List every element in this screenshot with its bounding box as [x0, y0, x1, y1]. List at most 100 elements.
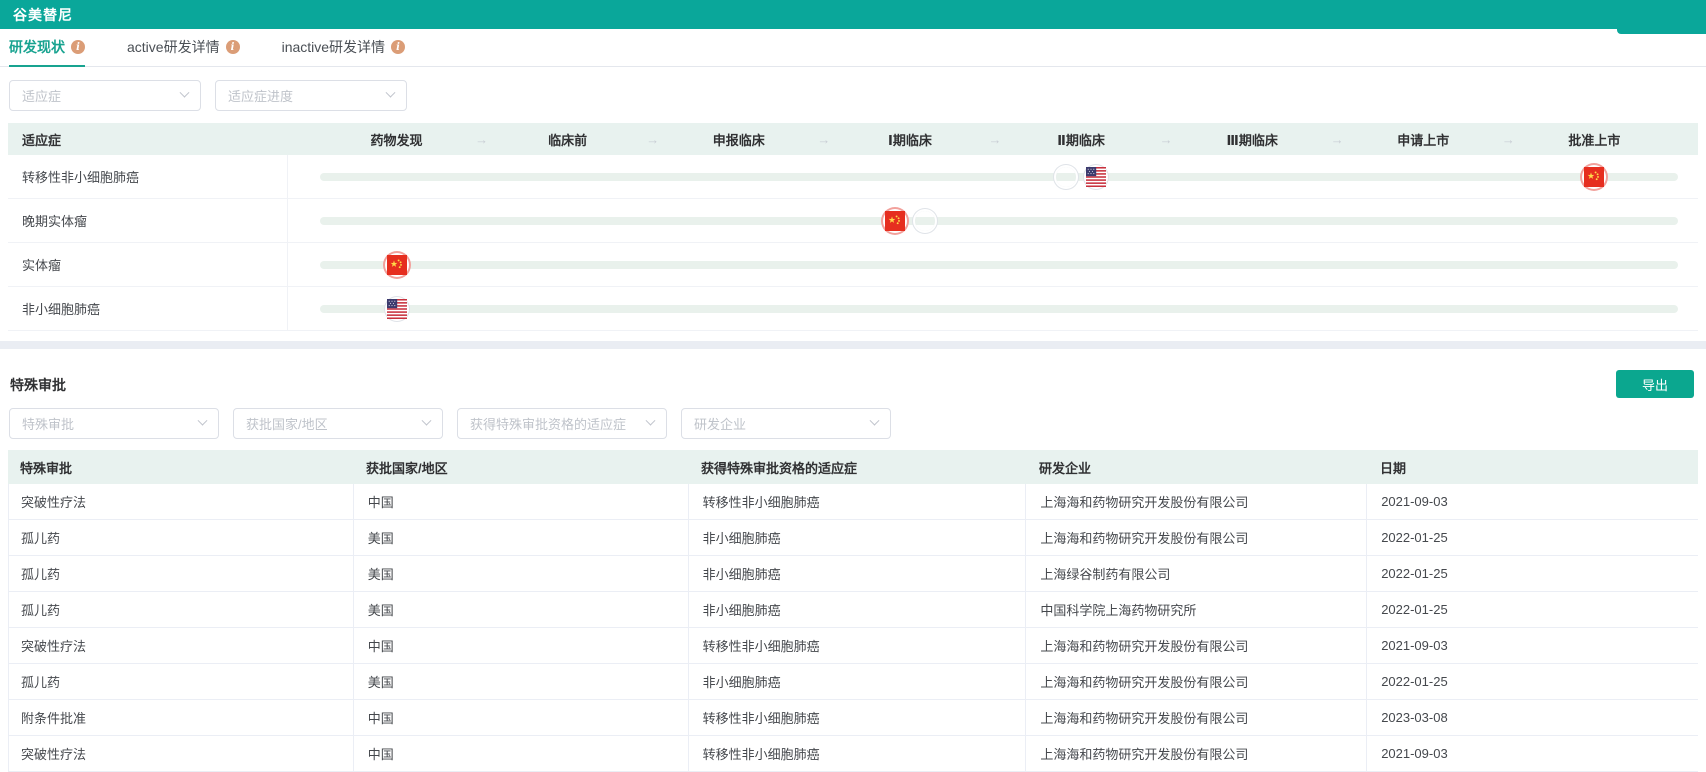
- tab-label: inactive研发详情: [282, 37, 385, 57]
- stage-marker-us[interactable]: [1086, 167, 1106, 187]
- stage-header-6: 申请上市→: [1338, 123, 1509, 155]
- table-cell: 2022-01-25: [1366, 556, 1698, 591]
- stage-marker-us[interactable]: [387, 299, 407, 319]
- indication-label: 转移性非小细胞肺癌: [8, 155, 288, 198]
- table-cell: 孤儿药: [9, 664, 353, 699]
- info-icon[interactable]: i: [391, 40, 405, 54]
- flag-us-icon: [1086, 167, 1106, 187]
- table-row: 突破性疗法中国转移性非小细胞肺癌上海海和药物研究开发股份有限公司2021-09-…: [8, 484, 1698, 520]
- table-row: 孤儿药美国非小细胞肺癌中国科学院上海药物研究所2022-01-25: [8, 592, 1698, 628]
- pipeline-table-header: 适应症 药物发现→临床前→申报临床→Ⅰ期临床→Ⅱ期临床→Ⅲ期临床→申请上市→批准…: [8, 123, 1698, 155]
- table-cell: 美国: [353, 592, 688, 627]
- chevron-down-icon: [198, 416, 208, 426]
- special-filter-select-3[interactable]: 研发企业: [681, 408, 891, 439]
- flag-us-icon: [387, 299, 407, 319]
- table-cell: 转移性非小细胞肺癌: [688, 700, 1026, 735]
- table-cell: 上海海和药物研究开发股份有限公司: [1025, 484, 1366, 519]
- table-cell: 非小细胞肺癌: [688, 592, 1026, 627]
- stage-marker-china[interactable]: [885, 211, 905, 231]
- table-cell: 中国科学院上海药物研究所: [1025, 592, 1366, 627]
- stage-header-label: Ⅱ期临床: [1057, 130, 1105, 149]
- stage-header-label: 批准上市: [1568, 130, 1620, 149]
- app-header: 谷美替尼: [0, 0, 1706, 29]
- table-cell: 上海海和药物研究开发股份有限公司: [1025, 628, 1366, 663]
- chevron-down-icon: [386, 88, 396, 98]
- table-cell: 2021-09-03: [1366, 484, 1698, 519]
- stage-header-label: Ⅲ期临床: [1227, 130, 1278, 149]
- table-cell: 非小细胞肺癌: [688, 556, 1026, 591]
- table-cell: 中国: [353, 628, 688, 663]
- stage-header-0: 药物发现→: [311, 123, 482, 155]
- special-table-body: 突破性疗法中国转移性非小细胞肺癌上海海和药物研究开发股份有限公司2021-09-…: [8, 484, 1698, 772]
- table-cell: 中国: [353, 736, 688, 771]
- table-cell: 2021-09-03: [1366, 628, 1698, 663]
- stage-header-4: Ⅱ期临床→: [996, 123, 1167, 155]
- special-filter-select-1[interactable]: 获批国家/地区: [233, 408, 443, 439]
- flag-china-icon: [1584, 167, 1604, 187]
- stage-header-label: 申报临床: [713, 130, 765, 149]
- stage-marker-china[interactable]: [387, 255, 407, 275]
- stage-header-7: 批准上市: [1509, 123, 1680, 155]
- chevron-down-icon: [422, 416, 432, 426]
- table-row: 突破性疗法中国转移性非小细胞肺癌上海海和药物研究开发股份有限公司2021-09-…: [8, 628, 1698, 664]
- pipeline-row: 转移性非小细胞肺癌: [8, 155, 1698, 199]
- special-approval-header: 特殊审批 导出: [0, 349, 1706, 398]
- table-cell: 孤儿药: [9, 520, 353, 555]
- select-placeholder: 研发企业: [694, 414, 746, 433]
- tab-label: 研发现状: [9, 37, 65, 57]
- stage-marker-japan[interactable]: [1056, 167, 1076, 187]
- stage-header-2: 申报临床→: [653, 123, 824, 155]
- stage-header-label: 临床前: [548, 130, 587, 149]
- column-header: 特殊审批: [8, 450, 352, 484]
- stage-marker-china[interactable]: [1584, 167, 1604, 187]
- tab-label: active研发详情: [127, 37, 220, 57]
- stage-header-3: Ⅰ期临床→: [824, 123, 995, 155]
- table-cell: 附条件批准: [9, 700, 353, 735]
- tab-inactive-rd-details[interactable]: inactive研发详情 i: [282, 29, 405, 67]
- table-cell: 上海绿谷制药有限公司: [1025, 556, 1366, 591]
- special-filter-select-0[interactable]: 特殊审批: [9, 408, 219, 439]
- tab-active-rd-details[interactable]: active研发详情 i: [127, 29, 240, 67]
- table-cell: 突破性疗法: [9, 484, 353, 519]
- table-cell: 突破性疗法: [9, 628, 353, 663]
- stage-header-label: 药物发现: [371, 130, 423, 149]
- indication-label: 非小细胞肺癌: [8, 287, 288, 330]
- table-row: 孤儿药美国非小细胞肺癌上海海和药物研究开发股份有限公司2022-01-25: [8, 520, 1698, 556]
- column-header: 获得特殊审批资格的适应症: [687, 450, 1025, 484]
- special-approval-section: 特殊审批 导出 特殊审批获批国家/地区获得特殊审批资格的适应症研发企业 特殊审批…: [0, 349, 1706, 772]
- stage-header-1: 临床前→: [482, 123, 653, 155]
- pipeline-row: 非小细胞肺癌: [8, 287, 1698, 331]
- info-icon[interactable]: i: [226, 40, 240, 54]
- pipeline-row: 实体瘤: [8, 243, 1698, 287]
- pipeline-filter-row: 适应症 适应症进度: [0, 67, 1706, 111]
- stage-header-label: 申请上市: [1397, 130, 1449, 149]
- table-cell: 上海海和药物研究开发股份有限公司: [1025, 700, 1366, 735]
- stage-marker-japan[interactable]: [915, 211, 935, 231]
- special-filter-select-2[interactable]: 获得特殊审批资格的适应症: [457, 408, 667, 439]
- table-cell: 孤儿药: [9, 592, 353, 627]
- table-cell: 非小细胞肺癌: [688, 664, 1026, 699]
- progress-track: [320, 305, 1678, 313]
- special-table-header-row: 特殊审批获批国家/地区获得特殊审批资格的适应症研发企业日期: [8, 450, 1698, 484]
- table-cell: 上海海和药物研究开发股份有限公司: [1025, 664, 1366, 699]
- stage-header-area: 药物发现→临床前→申报临床→Ⅰ期临床→Ⅱ期临床→Ⅲ期临床→申请上市→批准上市: [311, 123, 1680, 155]
- chevron-down-icon: [870, 416, 880, 426]
- export-button[interactable]: 导出: [1616, 370, 1694, 398]
- table-cell: 中国: [353, 484, 688, 519]
- page-title: 谷美替尼: [13, 5, 73, 25]
- tab-rd-status[interactable]: 研发现状 i: [9, 29, 85, 67]
- indication-filter-select[interactable]: 适应症: [9, 80, 201, 111]
- indication-progress-filter-select[interactable]: 适应症进度: [215, 80, 407, 111]
- select-placeholder: 适应症进度: [228, 86, 293, 105]
- table-cell: 上海海和药物研究开发股份有限公司: [1025, 520, 1366, 555]
- table-cell: 转移性非小细胞肺癌: [688, 628, 1026, 663]
- table-cell: 美国: [353, 664, 688, 699]
- special-approval-table: 特殊审批获批国家/地区获得特殊审批资格的适应症研发企业日期 突破性疗法中国转移性…: [8, 450, 1698, 772]
- table-cell: 上海海和药物研究开发股份有限公司: [1025, 736, 1366, 771]
- special-filter-row: 特殊审批获批国家/地区获得特殊审批资格的适应症 研发企业: [0, 398, 1706, 439]
- pipeline-row: 晚期实体瘤: [8, 199, 1698, 243]
- table-cell: 转移性非小细胞肺癌: [688, 484, 1026, 519]
- info-icon[interactable]: i: [71, 40, 85, 54]
- table-cell: 中国: [353, 700, 688, 735]
- chevron-down-icon: [646, 416, 656, 426]
